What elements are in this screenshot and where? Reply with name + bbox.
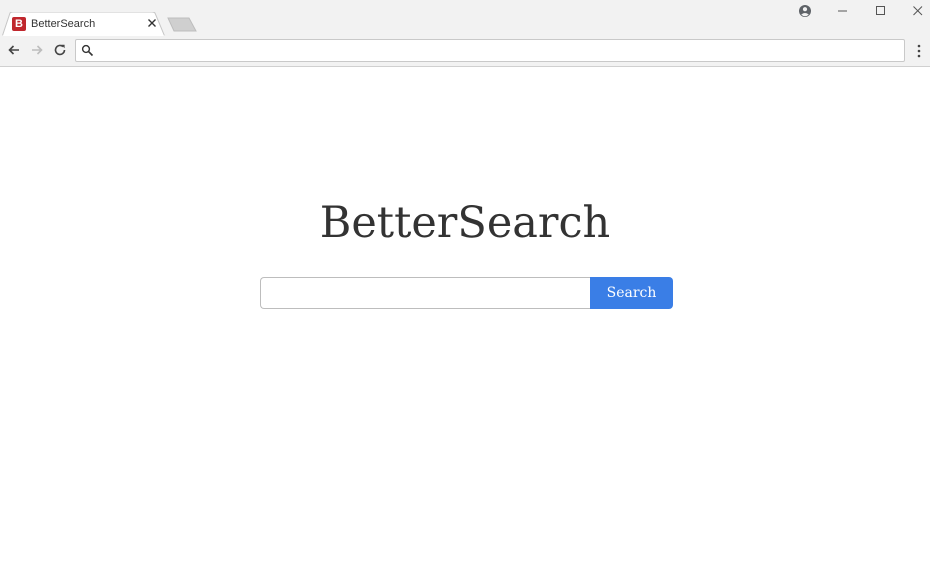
kebab-menu-icon[interactable] — [912, 43, 926, 59]
address-input[interactable] — [98, 42, 898, 59]
reload-icon[interactable] — [52, 42, 68, 58]
bettersearch-favicon-icon: B — [12, 17, 26, 31]
brand-logo-text: BetterSearch — [319, 198, 611, 248]
back-arrow-icon[interactable] — [6, 42, 22, 58]
maximize-icon[interactable] — [872, 2, 890, 20]
browser-window: B BetterSearch BetterSearch Search — [0, 0, 930, 578]
browser-toolbar — [0, 36, 930, 67]
close-window-icon[interactable] — [909, 2, 927, 20]
search-button[interactable]: Search — [590, 277, 673, 309]
minimize-icon[interactable] — [834, 2, 852, 20]
address-bar[interactable] — [75, 39, 905, 62]
tab-close-icon[interactable] — [145, 16, 159, 30]
page-content: BetterSearch Search — [0, 67, 930, 578]
profile-icon[interactable] — [796, 2, 814, 20]
tab-strip: B BetterSearch — [0, 0, 930, 37]
new-tab-button[interactable] — [167, 17, 197, 32]
tab-bettersearch[interactable]: B BetterSearch — [2, 12, 166, 37]
tab-title: BetterSearch — [31, 18, 96, 30]
search-icon — [81, 44, 94, 57]
search-input[interactable] — [260, 277, 591, 309]
forward-arrow-icon[interactable] — [29, 42, 45, 58]
